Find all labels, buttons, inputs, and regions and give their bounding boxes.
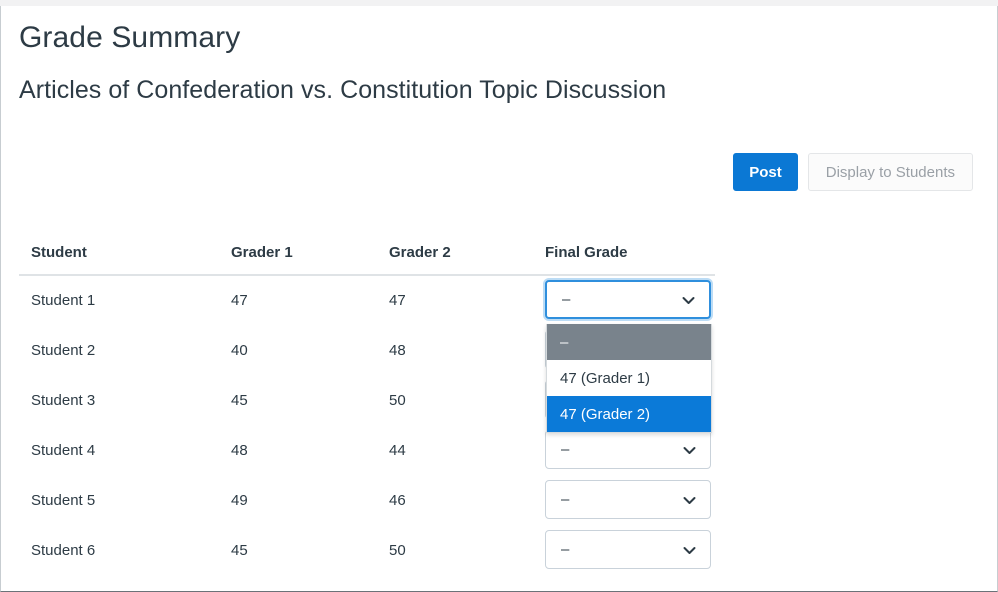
page-subtitle: Articles of Confederation vs. Constituti… xyxy=(19,76,667,104)
chevron-down-icon xyxy=(683,494,696,507)
cell-grader2-score: 50 xyxy=(389,542,406,559)
cell-student-name: Student 6 xyxy=(31,542,96,559)
cell-grader2-score: 47 xyxy=(389,292,406,309)
cell-grader1-score: 49 xyxy=(231,492,248,509)
final-grade-select-value: – xyxy=(561,491,570,508)
column-header-student: Student xyxy=(31,244,87,261)
grade-summary-card: Grade Summary Articles of Confederation … xyxy=(0,6,998,592)
cell-student-name: Student 2 xyxy=(31,342,96,359)
cell-grader1-score: 45 xyxy=(231,542,248,559)
final-grade-select[interactable]: – xyxy=(545,280,711,319)
cell-grader1-score: 45 xyxy=(231,392,248,409)
final-grade-select[interactable]: – xyxy=(545,530,711,569)
final-grade-select-wrapper: – xyxy=(545,430,711,469)
cell-student-name: Student 5 xyxy=(31,492,96,509)
table-row: Student 1 47 47 – xyxy=(19,276,715,326)
final-grade-select-wrapper: – xyxy=(545,530,711,569)
column-header-grader2: Grader 2 xyxy=(389,244,451,261)
cell-grader2-score: 46 xyxy=(389,492,406,509)
post-button[interactable]: Post xyxy=(733,153,798,191)
page-title: Grade Summary xyxy=(19,21,241,54)
final-grade-dropdown-list[interactable]: – 47 (Grader 1) 47 (Grader 2) xyxy=(546,324,712,433)
chevron-down-icon xyxy=(683,444,696,457)
cell-grader1-score: 40 xyxy=(231,342,248,359)
display-to-students-button[interactable]: Display to Students xyxy=(807,153,973,191)
table-header-row: Student Grader 1 Grader 2 Final Grade xyxy=(19,234,715,276)
cell-grader2-score: 48 xyxy=(389,342,406,359)
final-grade-select-value: – xyxy=(561,441,570,458)
cell-student-name: Student 4 xyxy=(31,442,96,459)
cell-grader1-score: 48 xyxy=(231,442,248,459)
dropdown-option-none[interactable]: – xyxy=(547,324,711,360)
table-row: Student 5 49 46 – xyxy=(19,476,715,526)
dropdown-option-grader2[interactable]: 47 (Grader 2) xyxy=(547,396,711,432)
table-row: Student 4 48 44 – xyxy=(19,426,715,476)
column-header-grader1: Grader 1 xyxy=(231,244,293,261)
cell-grader2-score: 44 xyxy=(389,442,406,459)
cell-grader1-score: 47 xyxy=(231,292,248,309)
dropdown-option-grader1[interactable]: 47 (Grader 1) xyxy=(547,360,711,396)
final-grade-select[interactable]: – xyxy=(545,480,711,519)
column-header-final-grade: Final Grade xyxy=(545,244,628,261)
chevron-down-icon xyxy=(683,544,696,557)
screenshot-root: Grade Summary Articles of Confederation … xyxy=(0,0,998,592)
cell-grader2-score: 50 xyxy=(389,392,406,409)
action-buttons: Post Display to Students xyxy=(733,153,973,191)
final-grade-select[interactable]: – xyxy=(545,430,711,469)
chevron-down-icon xyxy=(682,294,695,307)
table-row: Student 6 45 50 – xyxy=(19,526,715,576)
final-grade-select-wrapper: – xyxy=(545,480,711,519)
final-grade-select-value: – xyxy=(561,541,570,558)
final-grade-select-wrapper: – xyxy=(545,280,711,319)
final-grade-select-value: – xyxy=(562,291,571,308)
cell-student-name: Student 3 xyxy=(31,392,96,409)
cell-student-name: Student 1 xyxy=(31,292,96,309)
